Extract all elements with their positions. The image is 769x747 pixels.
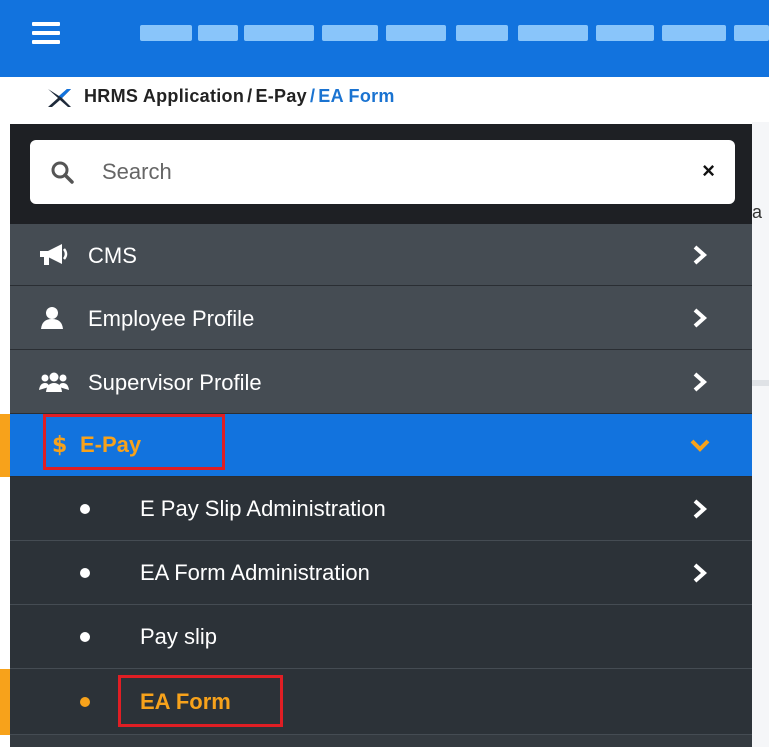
sidebar: × CMS Employee Profile xyxy=(0,124,752,747)
top-header xyxy=(0,0,769,77)
chevron-right-icon xyxy=(693,245,708,265)
breadcrumb-e-pay[interactable]: E-Pay xyxy=(255,86,307,106)
breadcrumb-current-ea-form: EA Form xyxy=(318,86,395,106)
users-icon xyxy=(39,372,69,392)
svg-text:$: $ xyxy=(52,433,67,456)
sidebar-item-label: Employee Profile xyxy=(88,306,255,331)
breadcrumb-hrms-application[interactable]: HRMS Application xyxy=(84,86,244,106)
sidebar-item-supervisor-profile[interactable]: Supervisor Profile xyxy=(10,350,752,414)
bullet-icon xyxy=(80,504,90,514)
bullet-icon xyxy=(80,568,90,578)
chevron-down-icon xyxy=(690,439,710,452)
bullet-icon xyxy=(80,697,90,707)
sidebar-subitem-label: E Pay Slip Administration xyxy=(140,496,386,521)
search-input[interactable] xyxy=(102,154,662,190)
underlying-page-text: a xyxy=(752,202,763,222)
sidebar-item-label: E-Pay xyxy=(80,432,142,457)
chevron-right-icon xyxy=(693,308,708,328)
sidebar-subitem-label: EA Form xyxy=(140,689,231,714)
sidebar-subitem-ea-form-administration[interactable]: EA Form Administration xyxy=(10,541,752,605)
sidebar-subitem-ea-form[interactable]: EA Form xyxy=(0,669,752,735)
sidebar-subitem-label: EA Form Administration xyxy=(140,560,370,585)
underlying-page: a xyxy=(752,122,769,747)
sidebar-item-e-pay[interactable]: $ E-Pay xyxy=(0,414,752,477)
search-box: × xyxy=(30,140,735,204)
sidebar-subitem-label: Pay slip xyxy=(140,624,218,649)
chevron-right-icon xyxy=(693,372,708,392)
breadcrumb-separator: / xyxy=(309,86,316,106)
dollar-icon: $ xyxy=(52,433,67,456)
hamburger-menu-icon[interactable] xyxy=(32,20,64,46)
sidebar-subitem-e-pay-slip-administration[interactable]: E Pay Slip Administration xyxy=(10,477,752,541)
user-icon xyxy=(41,307,63,329)
clear-search-icon[interactable]: × xyxy=(702,156,715,186)
obscured-title xyxy=(140,18,769,48)
chevron-right-icon xyxy=(693,499,708,519)
megaphone-icon xyxy=(40,244,68,265)
breadcrumb-separator: / xyxy=(247,86,253,106)
bullet-icon xyxy=(80,632,90,642)
chevron-right-icon xyxy=(693,563,708,583)
sidebar-item-label: Supervisor Profile xyxy=(88,370,262,395)
search-icon xyxy=(51,161,74,184)
sidebar-item-employee-profile[interactable]: Employee Profile xyxy=(10,286,752,350)
x-logo-icon[interactable] xyxy=(46,87,72,109)
breadcrumb: HRMS Application / E-Pay / EA Form xyxy=(84,86,395,107)
sidebar-item-label: CMS xyxy=(88,243,137,268)
sidebar-subitem-pay-slip[interactable]: Pay slip xyxy=(10,605,752,669)
search-area: × xyxy=(10,124,752,224)
sidebar-item-cms[interactable]: CMS xyxy=(10,224,752,286)
divider xyxy=(752,380,769,386)
